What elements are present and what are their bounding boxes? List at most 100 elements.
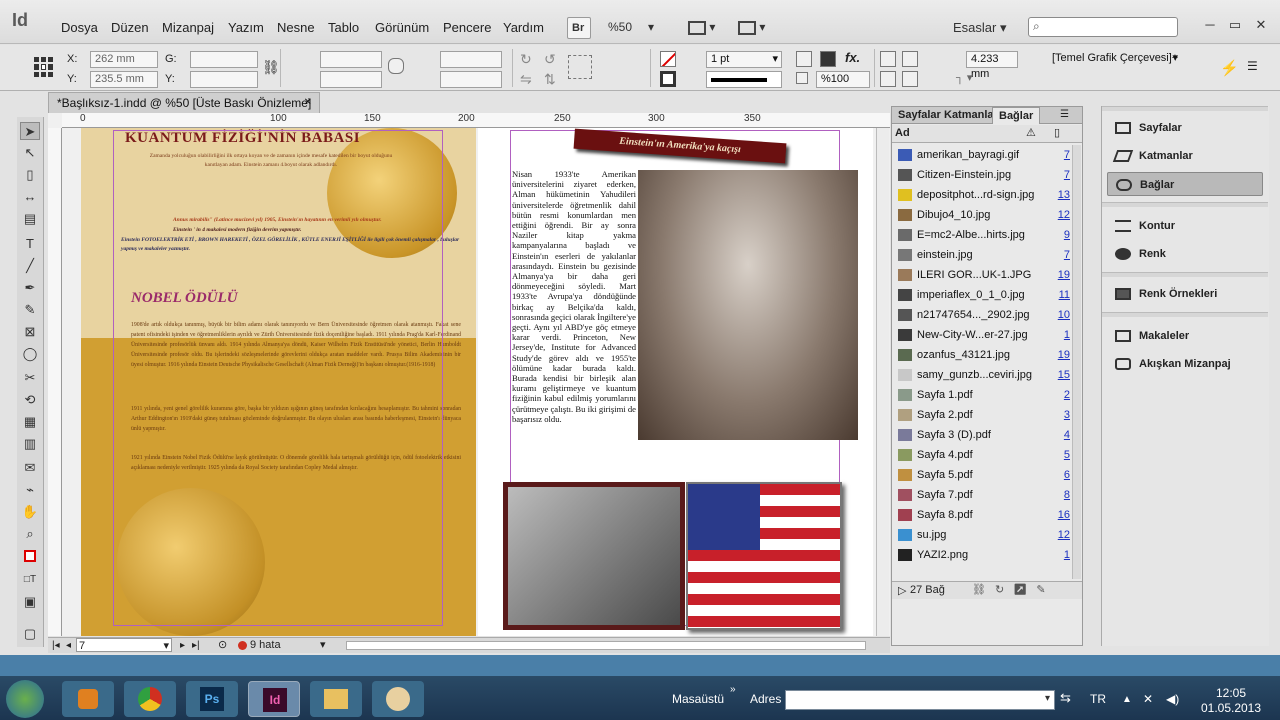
x-position-field[interactable]: 262 mm (90, 51, 158, 68)
fit-frame-icon[interactable] (902, 51, 918, 67)
link-row[interactable]: Sayfa 1.pdf 2 (892, 385, 1074, 405)
scale-x-field[interactable] (320, 51, 382, 68)
link-page[interactable]: 8 (1064, 485, 1070, 505)
dock-grip[interactable] (1102, 202, 1268, 207)
maximize-button[interactable]: ▭ (1227, 18, 1243, 32)
taskbar-media-player[interactable] (62, 681, 114, 717)
menu-gorunum[interactable]: Görünüm (375, 20, 429, 35)
fill-frame-icon[interactable] (902, 71, 918, 87)
stroke-type-select[interactable] (706, 71, 782, 88)
taskbar-chrome[interactable] (124, 681, 176, 717)
type-tool-icon[interactable]: T (20, 235, 40, 253)
scissors-tool-icon[interactable]: ✂ (20, 369, 40, 387)
dock-color[interactable]: Renk (1107, 242, 1263, 266)
stroke-weight-select[interactable]: 1 pt ▾ (706, 51, 782, 68)
citizen-einstein-photo[interactable] (503, 482, 685, 630)
link-row[interactable]: Sayfa 4.pdf 5 (892, 445, 1074, 465)
link-page[interactable]: 2 (1064, 385, 1070, 405)
go-arrow-icon[interactable]: ⇆ (1060, 690, 1071, 706)
close-icon[interactable]: ✕ (304, 93, 312, 113)
page-tool-icon[interactable]: ▯ (20, 166, 40, 184)
link-page[interactable]: 12 (1058, 525, 1070, 545)
prev-page-icon[interactable]: ◂ (66, 638, 71, 653)
link-page[interactable]: 19 (1058, 345, 1070, 365)
tab-pages[interactable]: Sayfalar (898, 109, 941, 121)
corner-size-field[interactable]: 4.233 mm (966, 51, 1018, 80)
zoom-select[interactable]: %50 ▾ (604, 17, 662, 39)
link-row[interactable]: YAZI2.png 1 (892, 545, 1074, 565)
content-collector-icon[interactable]: ▤ (20, 210, 40, 228)
link-page[interactable]: 9 (1064, 225, 1070, 245)
link-page[interactable]: 7 (1064, 165, 1070, 185)
dock-pages[interactable]: Sayfalar (1107, 116, 1263, 140)
dock-grip[interactable] (1102, 106, 1268, 111)
taskbar-photoshop[interactable]: Ps (186, 681, 238, 717)
network-icon[interactable]: ✕ (1143, 692, 1153, 706)
menu-dosya[interactable]: Dosya (61, 20, 98, 35)
link-row[interactable]: amerikan_bayragi.gif 7 (892, 145, 1074, 165)
width-field[interactable] (190, 51, 258, 68)
chain-link-icon[interactable]: ⛓ (262, 59, 280, 76)
reference-point-icon[interactable] (34, 57, 54, 77)
y-position-field[interactable]: 235.5 mm (90, 71, 158, 88)
constrain-scale-icon[interactable] (388, 58, 404, 74)
drop-shadow-icon[interactable] (796, 51, 812, 67)
rotation-field[interactable] (440, 51, 502, 68)
workspace-switcher[interactable]: Esaslar ▾ (953, 20, 1007, 36)
language-indicator[interactable]: TR (1090, 692, 1106, 706)
dock-swatches[interactable]: Renk Örnekleri (1107, 282, 1263, 306)
document-tab[interactable]: *Başlıksız-1.indd @ %50 [Üste Baskı Öniz… (48, 92, 320, 113)
dock-stroke[interactable]: Kontur (1107, 214, 1263, 238)
first-page-icon[interactable]: |◂ (52, 638, 60, 653)
warning-sort-icon[interactable]: ⚠ (1026, 126, 1036, 139)
tab-links[interactable]: Bağlar (992, 107, 1041, 124)
gradient-feather-tool-icon[interactable]: ▥ (20, 435, 40, 453)
dock-layers[interactable]: Katmanlar (1107, 144, 1263, 168)
dock-articles[interactable]: Makaleler (1107, 324, 1263, 348)
scale-y-field[interactable] (320, 71, 382, 88)
free-transform-tool-icon[interactable]: ⟲ (20, 391, 40, 409)
menu-mizanpaj[interactable]: Mizanpaj (162, 20, 214, 35)
selection-tool-icon[interactable]: ➤ (20, 122, 40, 140)
view-options-button[interactable]: ▾ (684, 17, 726, 39)
object-style-select[interactable]: [Temel Grafik Çerçevesi]+ ▾ (1048, 51, 1180, 68)
menu-tablo[interactable]: Tablo (328, 20, 359, 35)
link-row[interactable]: Sayfa 3 (D).pdf 4 (892, 425, 1074, 445)
link-page[interactable]: 11 (1059, 285, 1070, 305)
screen-mode-icon[interactable]: ▢ (20, 625, 40, 643)
note-tool-icon[interactable]: ✉ (20, 459, 40, 477)
lightning-icon[interactable]: ⚡ (1220, 59, 1239, 77)
flip-vertical-icon[interactable]: ⇅ (544, 71, 556, 88)
shear-field[interactable] (440, 71, 502, 88)
panel-menu-icon[interactable]: ☰ (1060, 109, 1069, 120)
dock-liquid-layout[interactable]: Akışkan Mizanpaj (1107, 352, 1263, 376)
rotate-cw-icon[interactable]: ↻ (520, 51, 532, 68)
link-page[interactable]: 19 (1058, 265, 1070, 285)
link-page[interactable]: 16 (1058, 505, 1070, 525)
start-button[interactable] (6, 680, 44, 718)
stroke-color-icon[interactable] (660, 71, 676, 87)
ellipse-tool-icon[interactable]: ◯ (20, 345, 40, 363)
link-page[interactable]: 1 (1064, 325, 1070, 345)
desktop-toolbar-label[interactable]: Masaüstü (672, 692, 724, 706)
fx-icon[interactable]: fx. (845, 50, 860, 65)
system-clock[interactable]: 12:05 01.05.2013 (1196, 686, 1266, 716)
american-flag-image[interactable] (686, 482, 842, 630)
dock-links[interactable]: Bağlar (1107, 172, 1263, 196)
link-row[interactable]: samy_gunzb...ceviri.jpg 15 (892, 365, 1074, 385)
taskbar-indesign[interactable]: Id (248, 681, 300, 717)
link-page[interactable]: 6 (1064, 465, 1070, 485)
rotate-ccw-icon[interactable]: ↺ (544, 51, 556, 68)
height-field[interactable] (190, 71, 258, 88)
volume-icon[interactable]: ◀) (1166, 692, 1179, 706)
tray-expand-icon[interactable]: ▲ (1122, 694, 1132, 705)
view-mode-icon[interactable]: ▣ (20, 593, 40, 611)
dock-grip[interactable] (1102, 312, 1268, 317)
left-page[interactable]: KUANTUM FİZİĞİ'NİN BABASI Zamanda yolcul… (81, 128, 476, 636)
taskbar-paint[interactable] (372, 681, 424, 717)
link-row[interactable]: Sayfa 7.pdf 8 (892, 485, 1074, 505)
column-name[interactable]: Ad (895, 127, 910, 139)
link-page[interactable]: 15 (1058, 365, 1070, 385)
rectangle-frame-tool-icon[interactable]: ⊠ (20, 323, 40, 341)
link-page[interactable]: 10 (1058, 305, 1070, 325)
